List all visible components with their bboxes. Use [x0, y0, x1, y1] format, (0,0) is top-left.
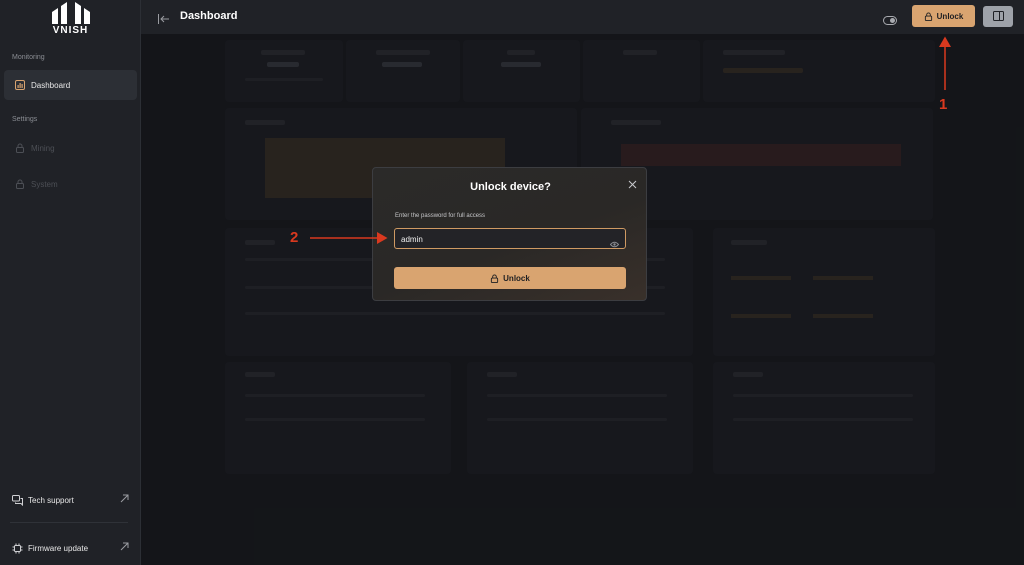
annotation-arrows [310, 36, 951, 244]
annotation-number-2: 2 [290, 229, 299, 246]
annotation-number-1: 1 [939, 96, 948, 113]
